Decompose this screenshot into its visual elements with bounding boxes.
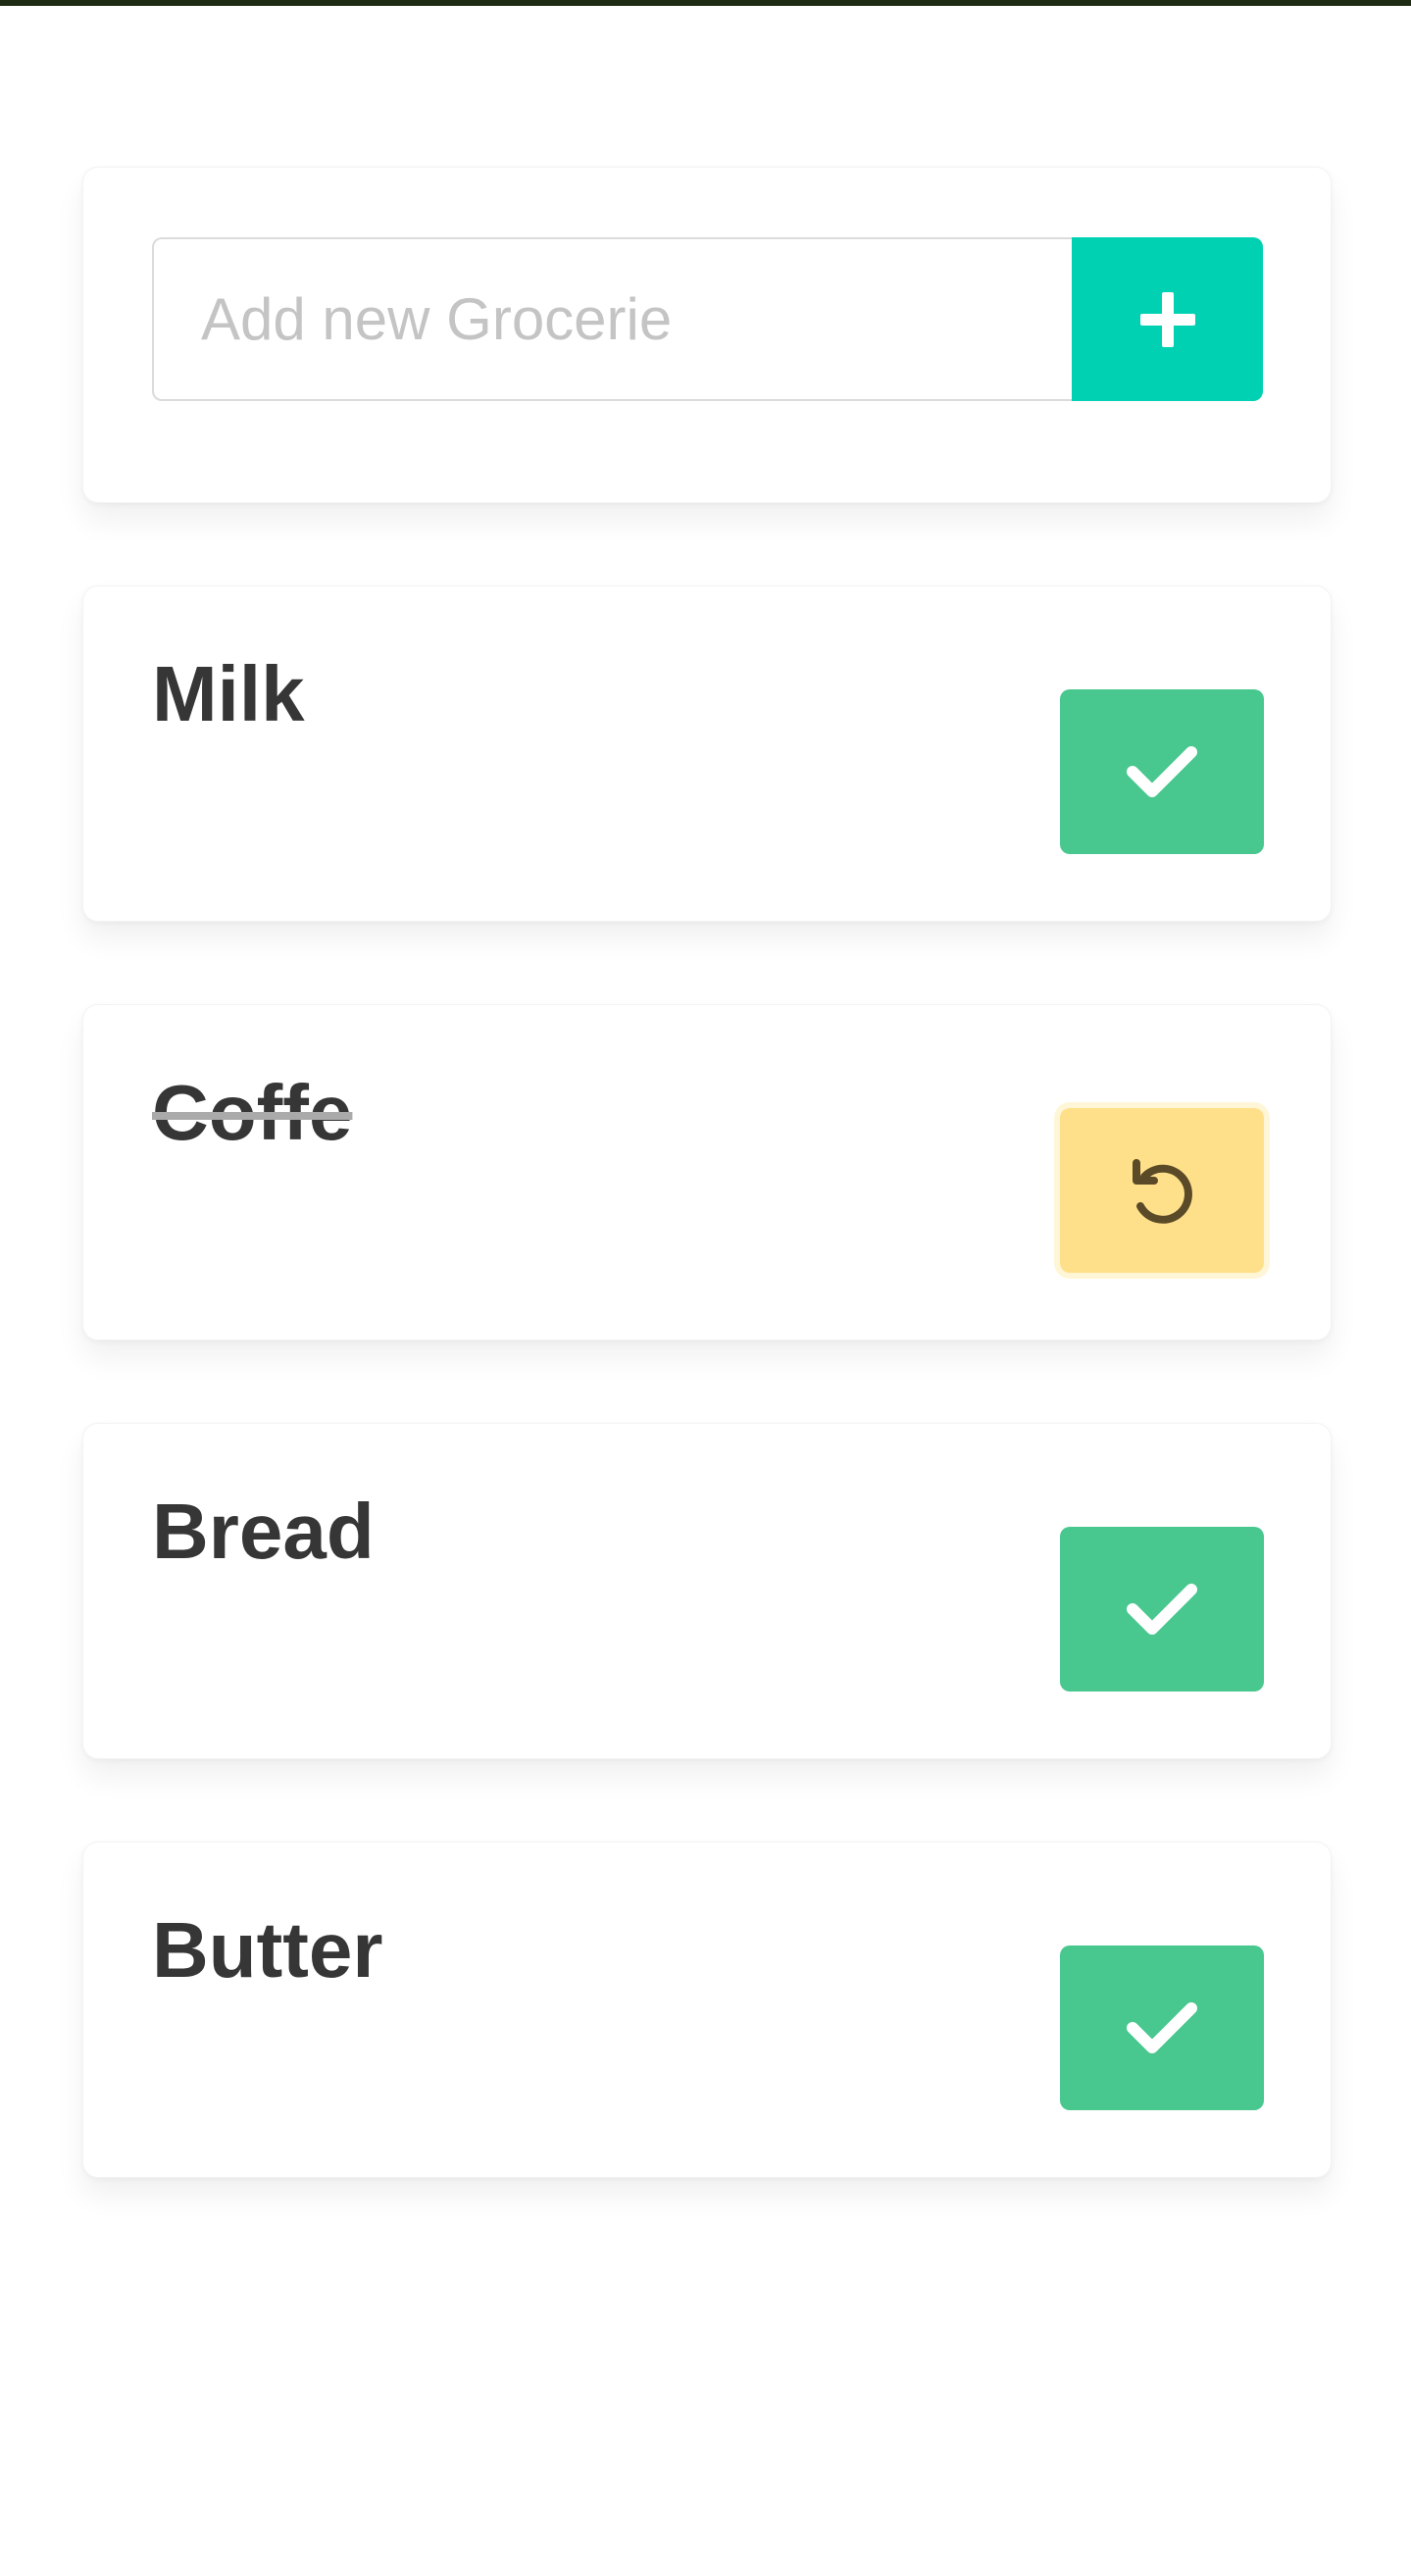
grocery-item-name: Coffe xyxy=(152,1069,353,1156)
grocery-item-name: Milk xyxy=(152,650,305,737)
add-grocery-button[interactable] xyxy=(1072,237,1263,401)
grocery-item-card: Butter xyxy=(82,1842,1332,2178)
plus-icon xyxy=(1139,291,1195,347)
check-icon xyxy=(1127,2002,1197,2053)
undo-button[interactable] xyxy=(1060,1108,1264,1273)
mark-done-button[interactable] xyxy=(1060,1945,1264,2110)
top-edge-bar xyxy=(0,0,1411,6)
grocery-item-name: Bread xyxy=(152,1488,375,1575)
mark-done-button[interactable] xyxy=(1060,1527,1264,1692)
add-grocery-card xyxy=(82,167,1332,503)
check-icon xyxy=(1127,1584,1197,1635)
grocery-item-card: Bread xyxy=(82,1423,1332,1759)
grocery-item-card: Coffe xyxy=(82,1004,1332,1340)
undo-icon xyxy=(1133,1159,1192,1224)
grocery-item-name: Butter xyxy=(152,1906,383,1994)
add-grocery-form xyxy=(152,237,1263,401)
grocery-input[interactable] xyxy=(152,237,1072,401)
check-icon xyxy=(1127,746,1197,797)
mark-done-button[interactable] xyxy=(1060,689,1264,854)
grocery-item-card: Milk xyxy=(82,585,1332,922)
